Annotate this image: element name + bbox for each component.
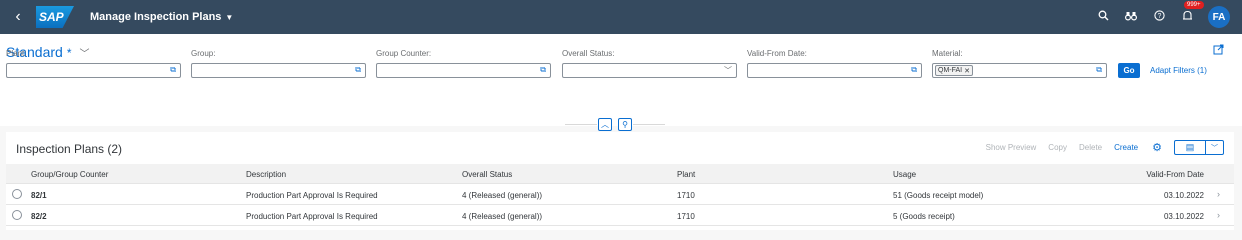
value-help-icon[interactable]: ⧉: [1096, 65, 1102, 75]
filter-valid-from-date-label: Valid-From Date:: [747, 49, 807, 58]
pin-header-icon[interactable]: ⚲: [618, 118, 632, 131]
gear-icon[interactable]: ⚙: [1144, 141, 1170, 154]
cell-group: 82/1: [31, 191, 47, 200]
chevron-down-icon[interactable]: ﹀: [724, 65, 732, 76]
user-avatar[interactable]: FA: [1208, 6, 1230, 28]
filter-plant: Plant: ⧉: [6, 49, 181, 78]
col-usage[interactable]: Usage: [893, 170, 916, 179]
filter-valid-from-date: Valid-From Date: ⧉: [747, 49, 922, 78]
shell-bar: ‹ SAP Manage Inspection Plans ▼ ? 999+ F…: [0, 0, 1242, 34]
filter-group-counter: Group Counter: ⧉: [376, 49, 551, 78]
table-row[interactable]: 82/2 Production Part Approval Is Require…: [6, 205, 1234, 226]
material-token[interactable]: QM-FAI ✕: [935, 65, 973, 76]
chevron-down-icon[interactable]: ﹀: [1206, 140, 1224, 155]
caret-down-icon: ▼: [225, 12, 234, 22]
filter-plant-label: Plant:: [6, 49, 27, 58]
overall-status-select[interactable]: ﹀: [562, 63, 737, 78]
value-help-icon[interactable]: ⧉: [170, 65, 176, 75]
value-help-icon[interactable]: ⧉: [540, 65, 546, 75]
filter-group-counter-label: Group Counter:: [376, 49, 432, 58]
help-icon[interactable]: ?: [1152, 10, 1166, 24]
col-group-counter[interactable]: Group/Group Counter: [31, 170, 108, 179]
filter-material-label: Material:: [932, 49, 963, 58]
collapse-header-icon[interactable]: ︿: [598, 118, 612, 131]
cell-valid-from: 03.10.2022: [1163, 212, 1204, 221]
filter-group-label: Group:: [191, 49, 216, 58]
row-select-radio[interactable]: [12, 210, 22, 220]
table-title: Inspection Plans (2): [16, 142, 123, 156]
copy-button[interactable]: Copy: [1042, 143, 1073, 152]
group-counter-input[interactable]: ⧉: [376, 63, 551, 78]
table-row[interactable]: 82/1 Production Part Approval Is Require…: [6, 184, 1234, 205]
page-header: Standard * ﹀: [0, 34, 1242, 126]
divider-right: [633, 124, 665, 125]
logo-text: SAP: [39, 10, 64, 24]
cell-usage: 5 (Goods receipt): [893, 212, 955, 221]
svg-text:?: ?: [1157, 13, 1161, 20]
value-help-icon[interactable]: ⧉: [911, 65, 917, 75]
cell-plant: 1710: [677, 191, 695, 200]
go-button[interactable]: Go: [1118, 63, 1140, 78]
cell-group: 82/2: [31, 212, 47, 221]
col-valid-from-date[interactable]: Valid-From Date: [1146, 170, 1204, 179]
notifications-badge: 999+: [1184, 0, 1204, 9]
filter-overall-status: Overall Status: ﹀: [562, 49, 737, 78]
cell-valid-from: 03.10.2022: [1163, 191, 1204, 200]
back-icon[interactable]: ‹: [8, 8, 28, 26]
show-preview-button[interactable]: Show Preview: [980, 143, 1043, 152]
app-title: Manage Inspection Plans: [90, 11, 222, 23]
app-title-menu[interactable]: Manage Inspection Plans ▼: [90, 11, 233, 23]
value-help-icon[interactable]: ⧉: [355, 65, 361, 75]
col-description[interactable]: Description: [246, 170, 286, 179]
col-plant[interactable]: Plant: [677, 170, 695, 179]
cell-description: Production Part Approval Is Required: [246, 212, 378, 221]
binoculars-icon[interactable]: [1124, 10, 1138, 24]
table-toolbar: Show Preview Copy Delete Create ⚙ ▤ ﹀: [980, 140, 1224, 155]
valid-from-date-input[interactable]: ⧉: [747, 63, 922, 78]
export-icon[interactable]: ▤: [1174, 140, 1206, 155]
filter-overall-status-label: Overall Status:: [562, 49, 615, 58]
col-overall-status[interactable]: Overall Status: [462, 170, 512, 179]
chevron-right-icon[interactable]: ›: [1217, 189, 1220, 199]
table-header: Group/Group Counter Description Overall …: [6, 164, 1234, 184]
adapt-filters-button[interactable]: Adapt Filters (1): [1150, 66, 1207, 75]
cell-plant: 1710: [677, 212, 695, 221]
inspection-plans-table: Inspection Plans (2) Show Preview Copy D…: [6, 132, 1234, 230]
cell-status: 4 (Released (general)): [462, 212, 543, 221]
search-icon[interactable]: [1096, 10, 1110, 24]
row-select-radio[interactable]: [12, 189, 22, 199]
share-icon[interactable]: [1213, 44, 1224, 58]
divider-left: [565, 124, 597, 125]
cell-description: Production Part Approval Is Required: [246, 191, 378, 200]
plant-input[interactable]: ⧉: [6, 63, 181, 78]
cell-status: 4 (Released (general)): [462, 191, 543, 200]
material-token-text: QM-FAI: [938, 67, 963, 74]
token-remove-icon[interactable]: ✕: [964, 67, 970, 75]
cell-usage: 51 (Goods receipt model): [893, 191, 984, 200]
filter-material: Material: QM-FAI ✕ ⧉: [932, 49, 1107, 78]
delete-button[interactable]: Delete: [1073, 143, 1108, 152]
notifications-bell-icon[interactable]: 999+: [1180, 0, 1204, 25]
create-button[interactable]: Create: [1108, 143, 1144, 152]
group-input[interactable]: ⧉: [191, 63, 366, 78]
sap-logo[interactable]: SAP: [36, 6, 74, 28]
filter-group: Group: ⧉: [191, 49, 366, 78]
chevron-right-icon[interactable]: ›: [1217, 210, 1220, 220]
material-input[interactable]: QM-FAI ✕ ⧉: [932, 63, 1107, 78]
